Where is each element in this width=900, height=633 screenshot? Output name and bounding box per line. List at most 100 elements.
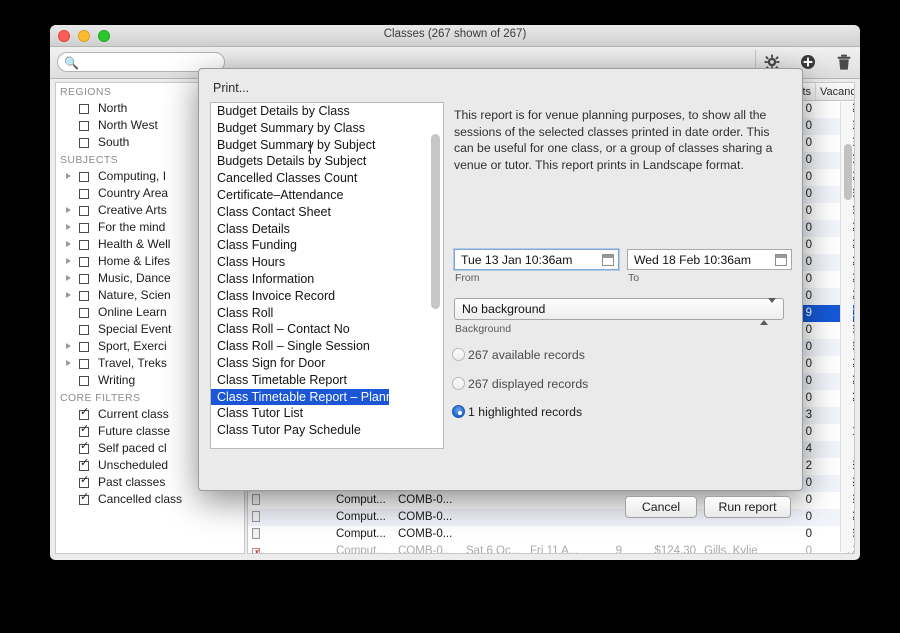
report-list-item-selected[interactable]: Class Timetable Report – Planning xyxy=(211,388,409,406)
window-titlebar: Classes (267 shown of 267) xyxy=(50,25,860,47)
report-list-item[interactable]: Budgets Details by Subject xyxy=(211,153,443,170)
table-cell xyxy=(248,543,270,553)
table-row[interactable]: Comput...COMB-0...060 xyxy=(248,526,854,543)
sidebar-item-label: Health & Well xyxy=(98,237,171,251)
table-cell: 0 xyxy=(805,528,812,540)
table-cell: Gills, Kylie xyxy=(704,545,758,554)
report-list-scrollbar[interactable] xyxy=(429,104,442,447)
print-report-dialog: Print... Budget Details by Class Budget S… xyxy=(198,68,803,518)
checkbox-icon[interactable] xyxy=(79,375,89,386)
report-list-item[interactable]: Class Contact Sheet xyxy=(211,204,443,221)
checkbox-icon[interactable] xyxy=(79,171,89,182)
table-column-header[interactable]: Vacancies xyxy=(816,83,854,100)
chevron-right-icon[interactable] xyxy=(66,207,71,213)
chevron-right-icon[interactable] xyxy=(66,173,71,179)
classes-window: Classes (267 shown of 267) 🔍 REGIONS Nor… xyxy=(50,25,860,560)
table-cell xyxy=(700,526,774,543)
report-list-item[interactable]: Class Tutor Pay Schedule xyxy=(211,422,443,439)
report-list-item[interactable]: Class Tutor List xyxy=(211,405,443,422)
scope-radio-label: 267 displayed records xyxy=(468,377,589,391)
report-list-item[interactable]: Class Information xyxy=(211,271,443,288)
checkbox-icon[interactable] xyxy=(79,103,89,114)
calendar-icon[interactable] xyxy=(775,254,787,266)
checkbox-checked-icon[interactable] xyxy=(79,475,89,488)
table-row[interactable]: Comput... COMB-0... Sat 6 Oc... Fri 11 A...… xyxy=(248,543,854,554)
table-cell: 9 xyxy=(615,545,622,554)
background-label: Background xyxy=(455,323,512,335)
checkbox-icon[interactable] xyxy=(79,222,89,233)
text-caret xyxy=(310,141,311,154)
radio-button-selected-icon xyxy=(452,405,465,418)
checkbox-checked-icon[interactable] xyxy=(79,407,89,420)
scope-radio-highlighted[interactable]: 1 highlighted records xyxy=(452,404,582,420)
table-cell xyxy=(592,509,626,526)
cancel-button[interactable]: Cancel xyxy=(625,496,697,518)
document-icon xyxy=(252,511,260,522)
checkbox-icon[interactable] xyxy=(79,188,89,199)
checkbox-checked-icon[interactable] xyxy=(79,424,89,437)
checkbox-icon[interactable] xyxy=(79,307,89,318)
checkbox-icon[interactable] xyxy=(79,324,89,335)
table-cell: COMB-0... xyxy=(398,494,453,506)
table-cell xyxy=(526,509,592,526)
checkbox-icon[interactable] xyxy=(79,273,89,284)
sidebar-item-label: Writing xyxy=(98,373,136,387)
scope-radio-label: 267 available records xyxy=(468,348,585,362)
chevron-right-icon[interactable] xyxy=(66,292,71,298)
chevron-right-icon[interactable] xyxy=(66,360,71,366)
report-list-item[interactable]: Class Timetable Report xyxy=(211,372,443,389)
scope-radio-displayed[interactable]: 267 displayed records xyxy=(452,376,588,392)
checkbox-icon[interactable] xyxy=(79,256,89,267)
date-to-field[interactable]: Wed 18 Feb 10:36am xyxy=(627,249,792,270)
report-list-item[interactable]: Class Hours xyxy=(211,254,443,271)
report-list-item[interactable]: Certificate–Attendance xyxy=(211,187,443,204)
checkbox-checked-icon[interactable] xyxy=(79,441,89,454)
table-scrollbar-thumb[interactable] xyxy=(844,144,852,200)
chevron-right-icon[interactable] xyxy=(66,343,71,349)
report-list-item[interactable]: Budget Summary by Class xyxy=(211,120,443,137)
report-list-item[interactable]: Class Invoice Record xyxy=(211,288,443,305)
add-icon[interactable] xyxy=(800,54,818,72)
report-list-item[interactable]: Class Sign for Door xyxy=(211,355,443,372)
sidebar-item-label: Past classes xyxy=(98,475,166,489)
chevron-right-icon[interactable] xyxy=(66,224,71,230)
checkbox-icon[interactable] xyxy=(79,137,89,148)
checkbox-icon[interactable] xyxy=(79,205,89,216)
checkbox-icon[interactable] xyxy=(79,341,89,352)
report-list-item[interactable]: Class Roll – Contact No xyxy=(211,321,443,338)
date-from-field[interactable]: Tue 13 Jan 10:36am xyxy=(454,249,619,270)
radio-button-icon xyxy=(452,377,465,390)
trash-icon[interactable] xyxy=(836,54,854,72)
background-select[interactable]: No background xyxy=(454,298,784,325)
table-scrollbar[interactable] xyxy=(840,102,853,552)
report-list-item[interactable]: Class Roll – Single Session xyxy=(211,338,443,355)
sidebar-item-cancelled-class[interactable]: Cancelled class xyxy=(56,491,244,508)
chevron-right-icon[interactable] xyxy=(66,275,71,281)
report-list-item[interactable]: Class Details xyxy=(211,221,443,238)
report-list-item[interactable]: Class Funding xyxy=(211,237,443,254)
table-cell xyxy=(270,526,332,543)
report-list-item[interactable]: Cancelled Classes Count xyxy=(211,170,443,187)
checkbox-icon[interactable] xyxy=(79,120,89,131)
table-cell xyxy=(626,526,700,543)
checkbox-icon[interactable] xyxy=(79,358,89,369)
report-list-scrollbar-thumb[interactable] xyxy=(431,134,440,309)
checkbox-icon[interactable] xyxy=(79,290,89,301)
checkbox-checked-icon[interactable] xyxy=(79,492,89,505)
sidebar-item-label: Self paced cl xyxy=(98,441,167,455)
scope-radio-available[interactable]: 267 available records xyxy=(452,347,585,363)
run-report-button[interactable]: Run report xyxy=(704,496,791,518)
report-list[interactable]: Budget Details by Class Budget Summary by… xyxy=(210,102,444,449)
stepper-arrows-icon xyxy=(760,298,776,325)
calendar-icon[interactable] xyxy=(602,254,614,266)
sidebar-item-label: Online Learn xyxy=(98,305,167,319)
report-list-item[interactable]: Budget Details by Class xyxy=(211,103,443,120)
report-list-item[interactable]: Budget Summary by Subject xyxy=(211,137,443,154)
chevron-right-icon[interactable] xyxy=(66,258,71,264)
chevron-right-icon[interactable] xyxy=(66,241,71,247)
sidebar-item-label: Travel, Treks xyxy=(98,356,167,370)
checkbox-icon[interactable] xyxy=(79,239,89,250)
table-cell: $124.30 xyxy=(654,545,696,554)
report-list-item[interactable]: Class Roll xyxy=(211,305,443,322)
checkbox-checked-icon[interactable] xyxy=(79,458,89,471)
